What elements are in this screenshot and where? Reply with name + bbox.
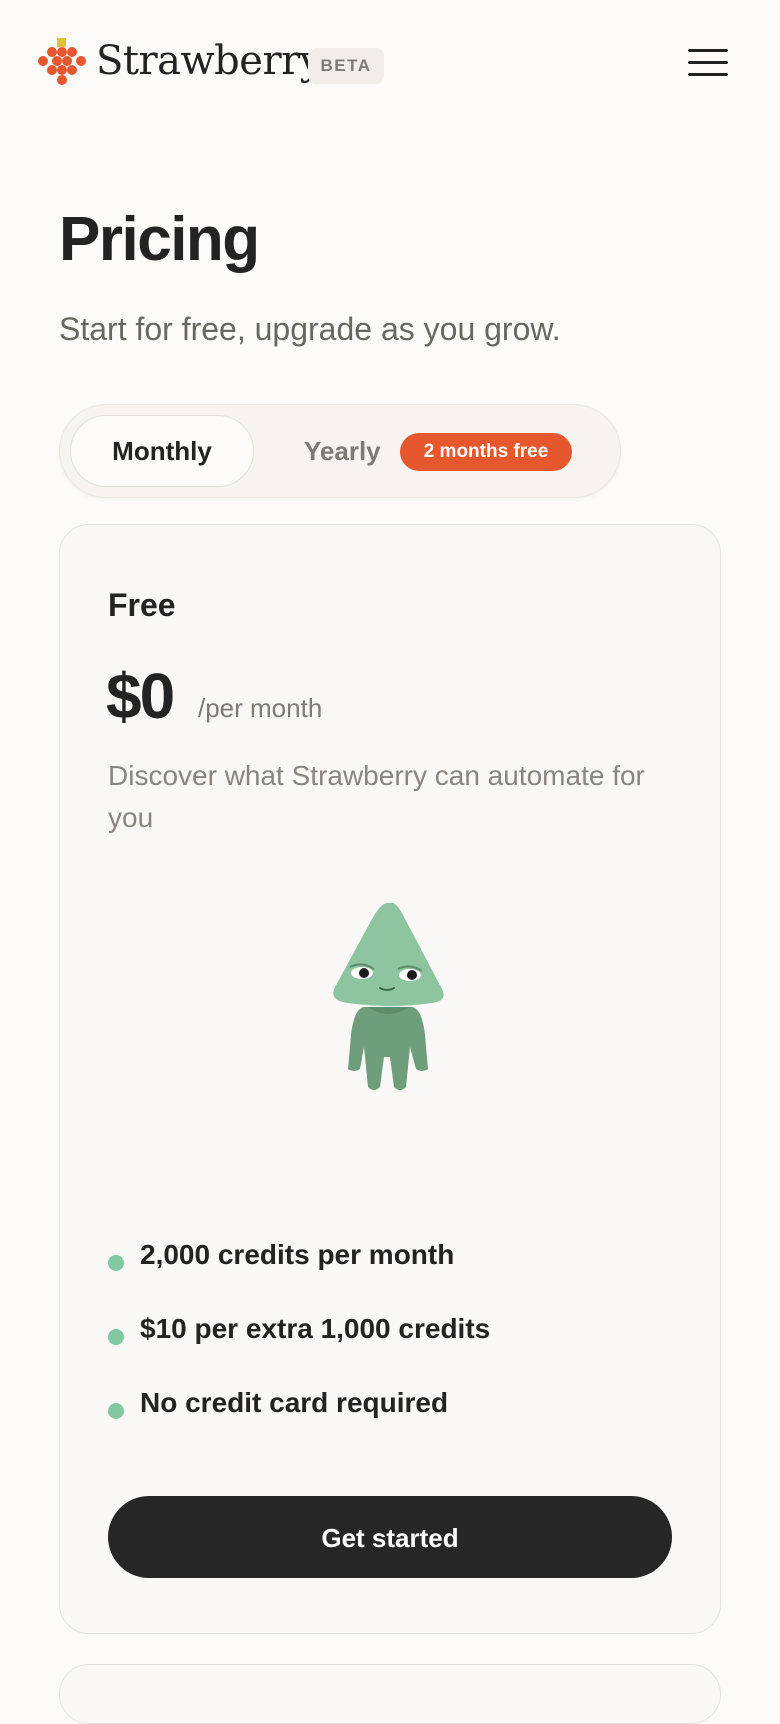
brand-name[interactable]: Strawberry (96, 38, 322, 84)
site-header: Strawberry BETA (0, 0, 780, 130)
page-title: Pricing (59, 205, 260, 274)
feature-text: No credit card required (140, 1387, 449, 1418)
get-started-button[interactable]: Get started (108, 1496, 672, 1578)
hamburger-menu-icon[interactable] (688, 46, 730, 80)
plan-name: Free (108, 587, 176, 623)
feature-text: 2,000 credits per month (140, 1239, 455, 1270)
bullet-dot-icon (108, 1329, 124, 1345)
plan-card-next (59, 1664, 721, 1724)
bullet-dot-icon (108, 1403, 124, 1419)
billing-yearly-option[interactable]: Yearly (304, 429, 381, 473)
green-mascot-illustration (333, 902, 444, 1090)
plan-card-free: Free $0 /per month Discover what Strawbe… (59, 524, 721, 1634)
billing-toggle: Monthly Yearly 2 months free (59, 404, 621, 498)
beta-badge: BETA (308, 48, 384, 84)
plan-period: /per month (198, 693, 323, 723)
plan-price: $0 (106, 660, 175, 732)
bullet-dot-icon (108, 1255, 124, 1271)
billing-monthly-option[interactable]: Monthly (70, 415, 254, 487)
page-subtitle: Start for free, upgrade as you grow. (59, 311, 561, 347)
strawberry-logo-icon[interactable] (38, 38, 88, 88)
plan-description: Discover what Strawberry can automate fo… (108, 760, 645, 833)
yearly-promo-badge[interactable]: 2 months free (400, 433, 572, 471)
feature-text: $10 per extra 1,000 credits (140, 1313, 491, 1344)
